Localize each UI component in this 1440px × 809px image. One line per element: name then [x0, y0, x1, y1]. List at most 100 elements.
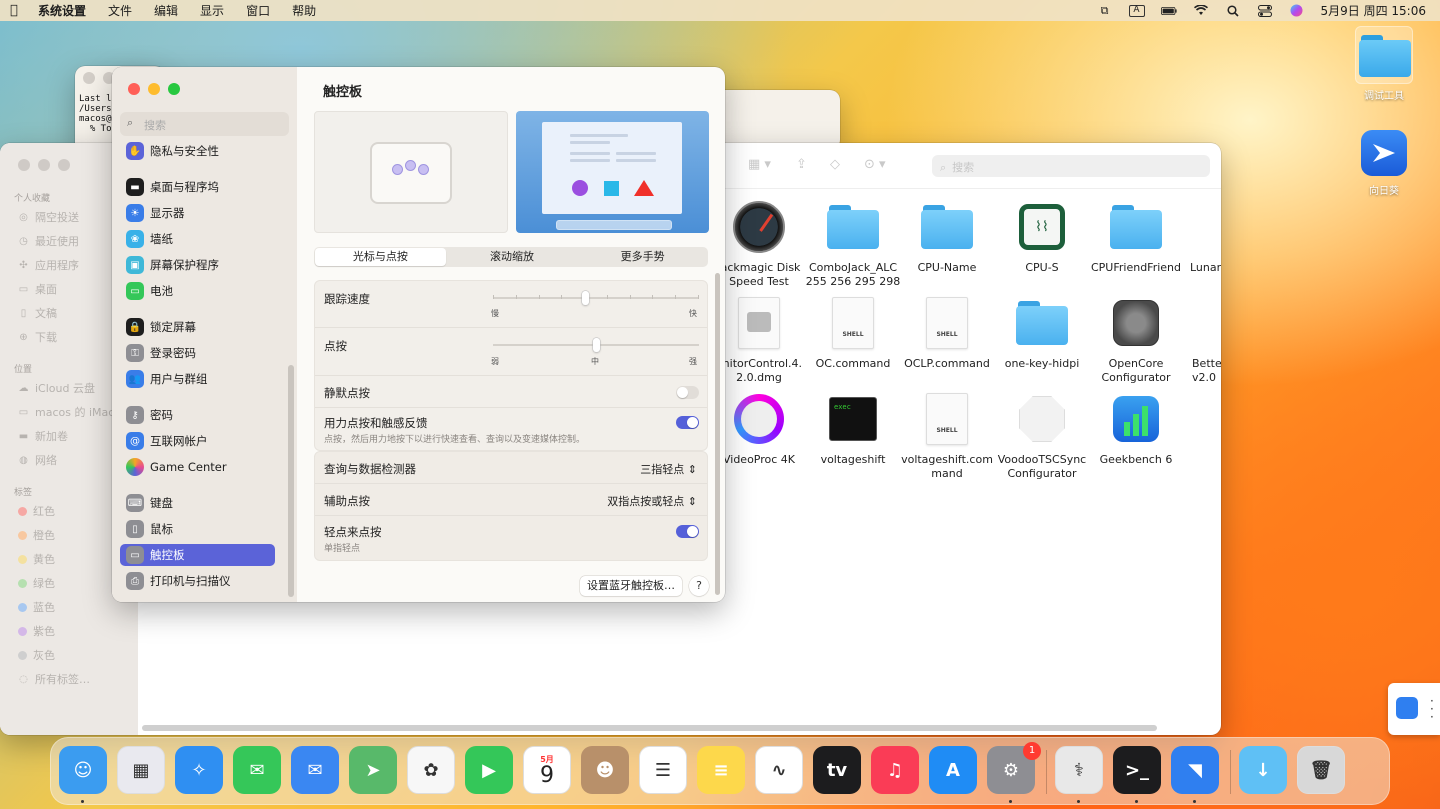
sidebar-item-applications[interactable]: ✣ 应用程序 — [18, 257, 79, 273]
file-item[interactable]: ⌇⌇ CPU-S — [994, 199, 1090, 275]
sidebar-item-desktop[interactable]: ▭ 桌面 — [18, 281, 57, 297]
sidebar-item-documents[interactable]: ▯ 文稿 — [18, 305, 57, 321]
sidebar-item-screensaver[interactable]: ▣ 屏幕保护程序 — [120, 254, 275, 276]
zoom-button[interactable] — [58, 159, 70, 171]
screen-mirroring-icon[interactable]: ⧉ — [1097, 4, 1113, 17]
wifi-icon[interactable] — [1193, 5, 1209, 17]
file-item[interactable]: VideoProc 4K — [711, 391, 807, 467]
dock-reminders[interactable]: ☰ — [639, 746, 687, 794]
dock-maps[interactable]: ➤ — [349, 746, 397, 794]
sidebar-scrollbar[interactable] — [288, 365, 294, 597]
sidebar-item-new-volume[interactable]: ▬ 新加卷 — [18, 428, 68, 444]
dock-downloads[interactable]: ↓ — [1239, 746, 1287, 794]
tap-to-click-toggle[interactable] — [676, 525, 699, 538]
file-item[interactable]: one-key-hidpi — [994, 295, 1090, 371]
sidebar-item-displays[interactable]: ☀ 显示器 — [120, 202, 275, 224]
dock-contacts[interactable]: ☻ — [581, 746, 629, 794]
sidebar-tag-orange[interactable]: 橙色 — [18, 527, 55, 543]
siri-icon[interactable] — [1289, 4, 1305, 17]
sidebar-item-lock-screen[interactable]: 🔒 锁定屏幕 — [120, 316, 275, 338]
dock-disk-utility[interactable]: ⚕ — [1055, 746, 1103, 794]
sidebar-item-passwords[interactable]: ⚷ 密码 — [120, 404, 275, 426]
close-button[interactable] — [18, 159, 30, 171]
battery-icon[interactable] — [1160, 5, 1177, 17]
content-scrollbar[interactable] — [715, 273, 720, 595]
file-item[interactable]: lackmagic Disk Speed Test — [711, 199, 807, 289]
lookup-popup[interactable]: 三指轻点 ⇕ — [640, 461, 697, 477]
sidebar-tag-red[interactable]: 红色 — [18, 503, 55, 519]
file-item[interactable]: onitorControl.4. 2.0.dmg — [711, 295, 807, 385]
desktop-folder-debug-tools[interactable]: 调试工具 — [1344, 26, 1424, 102]
sidebar-item-network[interactable]: ◍ 网络 — [18, 452, 57, 468]
dock-notes[interactable]: ≡ — [697, 746, 745, 794]
apple-menu-icon[interactable]:  — [10, 3, 24, 18]
file-item[interactable]: exec voltageshift — [805, 391, 901, 467]
sidebar-item-printers[interactable]: ⎙ 打印机与扫描仪 — [120, 570, 275, 592]
tracking-speed-knob[interactable] — [582, 291, 590, 305]
sidebar-item-icloud[interactable]: ☁ iCloud 云盘 — [18, 380, 95, 396]
help-button[interactable]: ? — [689, 576, 709, 596]
file-item[interactable]: ComboJack_ALC 255 256 295 298 — [805, 199, 901, 289]
sidebar-item-internet-accounts[interactable]: @ 互联网帐户 — [120, 430, 275, 452]
sunlogin-floating-tab[interactable]: · · · — [1388, 683, 1440, 735]
sidebar-item-airdrop[interactable]: ◎ 隔空投送 — [18, 209, 79, 225]
file-item[interactable]: Bette v2.0 — [1172, 295, 1221, 385]
sidebar-item-wallpaper[interactable]: ❀ 墙纸 — [120, 228, 275, 250]
dock-safari[interactable]: ✧ — [175, 746, 223, 794]
sidebar-tag-yellow[interactable]: 黄色 — [18, 551, 55, 567]
finder-search-input[interactable]: ⌕ 搜索 — [932, 155, 1210, 177]
file-item[interactable]: SHELL voltageshift.com mand — [899, 391, 995, 481]
menu-file[interactable]: 文件 — [108, 2, 132, 19]
dock-terminal[interactable]: >_ — [1113, 746, 1161, 794]
tab-scroll-zoom[interactable]: 滚动缩放 — [447, 247, 578, 267]
dock-freeform[interactable]: ∿ — [755, 746, 803, 794]
settings-search-input[interactable]: ⌕ 搜索 — [120, 112, 289, 136]
sidebar-item-login-password[interactable]: ⚿ 登录密码 — [120, 342, 275, 364]
secondary-click-popup[interactable]: 双指点按或轻点 ⇕ — [607, 493, 697, 509]
dock-finder[interactable]: ☺ — [59, 746, 107, 794]
tab-more-gestures[interactable]: 更多手势 — [577, 247, 708, 267]
sidebar-tag-gray[interactable]: 灰色 — [18, 647, 55, 663]
menu-view[interactable]: 显示 — [200, 2, 224, 19]
dock-sunlogin[interactable]: ◥ — [1171, 746, 1219, 794]
minimize-button[interactable] — [148, 83, 160, 95]
dock-app-store[interactable]: A — [929, 746, 977, 794]
spotlight-search-icon[interactable] — [1225, 4, 1241, 17]
file-item[interactable]: VoodooTSCSync Configurator — [994, 391, 1090, 481]
sidebar-item-recents[interactable]: ◷ 最近使用 — [18, 233, 79, 249]
dock-mail[interactable]: ✉ — [291, 746, 339, 794]
tab-point-click[interactable]: 光标与点按 — [315, 248, 446, 266]
sidebar-item-imac[interactable]: ▭ macos 的 iMac — [18, 404, 115, 420]
dock-launchpad[interactable]: ▦ — [117, 746, 165, 794]
menu-edit[interactable]: 编辑 — [154, 2, 178, 19]
menu-window[interactable]: 窗口 — [246, 2, 270, 19]
share-icon[interactable]: ⇪ — [796, 157, 807, 172]
menu-clock[interactable]: 5月9日 周四 15:06 — [1321, 2, 1426, 19]
click-pressure-knob[interactable] — [592, 338, 600, 352]
sidebar-item-keyboard[interactable]: ⌨ 键盘 — [120, 492, 275, 514]
dock-trash[interactable]: 🗑 — [1297, 746, 1345, 794]
control-center-icon[interactable] — [1257, 4, 1273, 17]
dock-photos[interactable]: ✿ — [407, 746, 455, 794]
file-item[interactable]: OpenCore Configurator — [1088, 295, 1184, 385]
dock-messages[interactable]: ✉ — [233, 746, 281, 794]
horizontal-scrollbar[interactable] — [142, 725, 1157, 731]
sidebar-item-desktop-dock[interactable]: ▬ 桌面与程序坞 — [120, 176, 275, 198]
minimize-button[interactable] — [38, 159, 50, 171]
dock-calendar[interactable]: 5月 9 — [523, 746, 571, 794]
close-button[interactable] — [128, 83, 140, 95]
input-source-indicator[interactable]: A — [1128, 4, 1145, 17]
more-actions-icon[interactable]: ⊙ ▾ — [864, 157, 886, 172]
file-item[interactable]: CPUFriendFriend — [1088, 199, 1184, 275]
more-dots-icon[interactable]: · · · — [1430, 695, 1434, 723]
dock-music[interactable]: ♫ — [871, 746, 919, 794]
sidebar-tag-blue[interactable]: 蓝色 — [18, 599, 55, 615]
file-item[interactable]: SHELL OCLP.command — [899, 295, 995, 371]
menu-help[interactable]: 帮助 — [292, 2, 316, 19]
file-item[interactable]: Lunar- — [1172, 199, 1221, 275]
dock-facetime[interactable]: ▶ — [465, 746, 513, 794]
sidebar-item-privacy[interactable]: ✋ 隐私与安全性 — [120, 140, 275, 162]
sidebar-all-tags[interactable]: ◌ 所有标签… — [18, 671, 90, 687]
setup-bluetooth-trackpad-button[interactable]: 设置蓝牙触控板… — [580, 576, 682, 596]
dock-system-settings[interactable]: ⚙ 1 — [987, 742, 1041, 794]
